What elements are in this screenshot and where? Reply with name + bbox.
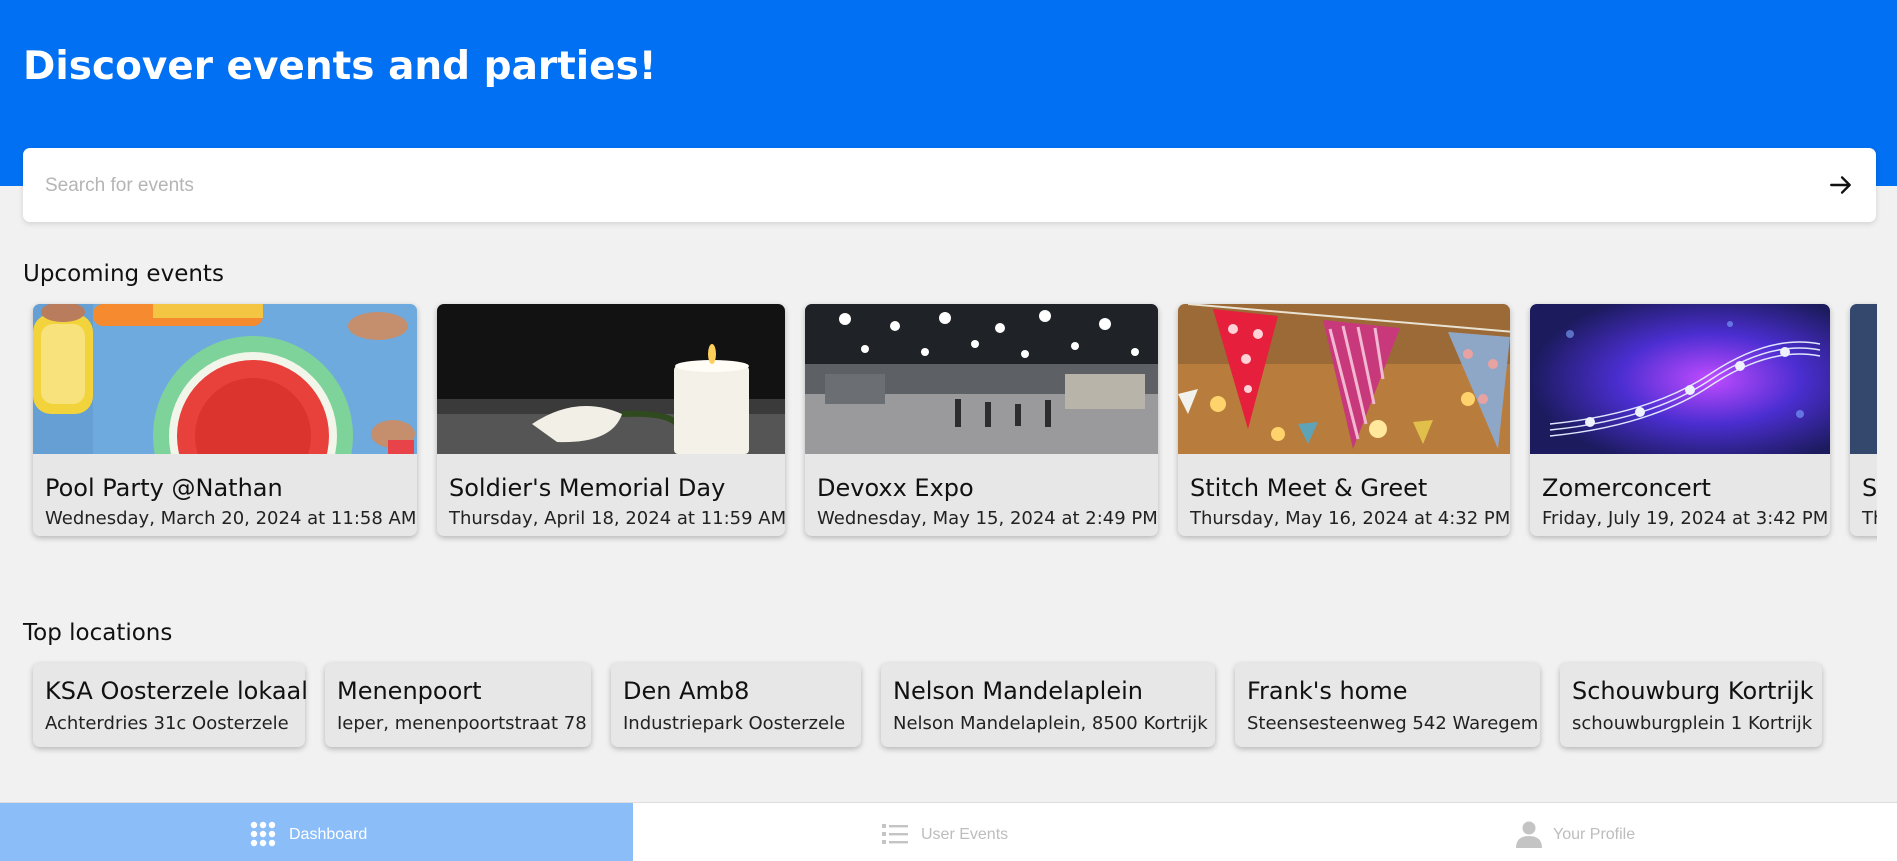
user-icon (1516, 821, 1542, 848)
location-name: KSA Oosterzele lokaal (45, 677, 308, 705)
event-title: Pool Party @Nathan (45, 474, 283, 502)
grid-icon (250, 821, 276, 847)
event-date: Thursday, April 18, 2024 at 11:59 AM (449, 508, 785, 529)
event-title: S (1862, 474, 1877, 502)
location-name: Schouwburg Kortrijk (1572, 677, 1814, 705)
arrow-right-icon[interactable] (1828, 172, 1854, 198)
location-address: schouwburgplein 1 Kortrijk (1572, 713, 1813, 734)
event-title: Zomerconcert (1542, 474, 1711, 502)
event-image (1850, 304, 1877, 454)
nav-dashboard-label: Dashboard (289, 826, 368, 843)
nav-your-profile[interactable]: Your Profile (1265, 803, 1897, 861)
event-image-expo-hall (805, 304, 1158, 454)
location-name: Menenpoort (337, 677, 482, 705)
page-title: Discover events and parties! (23, 44, 657, 89)
event-card[interactable]: Devoxx Expo Wednesday, May 15, 2024 at 2… (805, 304, 1158, 536)
location-card[interactable]: Menenpoort Ieper, menenpoortstraat 78 (325, 663, 591, 747)
event-card[interactable]: Pool Party @Nathan Wednesday, March 20, … (33, 304, 417, 536)
event-card[interactable]: Zomerconcert Friday, July 19, 2024 at 3:… (1530, 304, 1830, 536)
event-image-bunting (1178, 304, 1510, 454)
location-address: Ieper, menenpoortstraat 78 (337, 713, 587, 734)
event-card[interactable]: S Th (1850, 304, 1877, 536)
event-image-memorial-candle (437, 304, 785, 454)
event-card[interactable]: Soldier's Memorial Day Thursday, April 1… (437, 304, 785, 536)
upcoming-events-carousel[interactable]: Pool Party @Nathan Wednesday, March 20, … (23, 298, 1877, 546)
location-address: Steensesteenweg 542 Waregem (1247, 713, 1539, 734)
location-name: Den Amb8 (623, 677, 750, 705)
event-image-music-notes (1530, 304, 1830, 454)
event-title: Stitch Meet & Greet (1190, 474, 1428, 502)
location-address: Achterdries 31c Oosterzele (45, 713, 289, 734)
location-card[interactable]: Nelson Mandelaplein Nelson Mandelaplein,… (881, 663, 1215, 747)
top-locations-heading: Top locations (23, 620, 173, 646)
location-card[interactable]: Frank's home Steensesteenweg 542 Waregem (1235, 663, 1540, 747)
location-card[interactable]: Den Amb8 Industriepark Oosterzele (611, 663, 861, 747)
event-title: Soldier's Memorial Day (449, 474, 726, 502)
nav-user-events-label: User Events (921, 826, 1009, 843)
list-icon (882, 824, 908, 844)
location-name: Nelson Mandelaplein (893, 677, 1143, 705)
nav-dashboard[interactable]: Dashboard (0, 803, 633, 861)
location-address: Nelson Mandelaplein, 8500 Kortrijk (893, 713, 1208, 734)
nav-user-events[interactable]: User Events (633, 803, 1265, 861)
location-address: Industriepark Oosterzele (623, 713, 846, 734)
location-name: Frank's home (1247, 677, 1408, 705)
bottom-navigation: Dashboard User Events Your Profile (0, 802, 1897, 861)
event-date: Thursday, May 16, 2024 at 4:32 PM (1190, 508, 1510, 529)
location-card[interactable]: KSA Oosterzele lokaal Achterdries 31c Oo… (33, 663, 308, 747)
event-date: Wednesday, March 20, 2024 at 11:58 AM (45, 508, 417, 529)
event-image-pool-party (33, 304, 417, 454)
event-date: Friday, July 19, 2024 at 3:42 PM (1542, 508, 1829, 529)
location-card[interactable]: Schouwburg Kortrijk schouwburgplein 1 Ko… (1560, 663, 1822, 747)
event-date: Th (1862, 508, 1877, 529)
search-bar (23, 148, 1876, 222)
nav-your-profile-label: Your Profile (1553, 826, 1636, 843)
search-input[interactable] (43, 170, 1807, 202)
upcoming-events-heading: Upcoming events (23, 261, 224, 287)
event-title: Devoxx Expo (817, 474, 974, 502)
event-card[interactable]: Stitch Meet & Greet Thursday, May 16, 20… (1178, 304, 1510, 536)
event-date: Wednesday, May 15, 2024 at 2:49 PM (817, 508, 1158, 529)
